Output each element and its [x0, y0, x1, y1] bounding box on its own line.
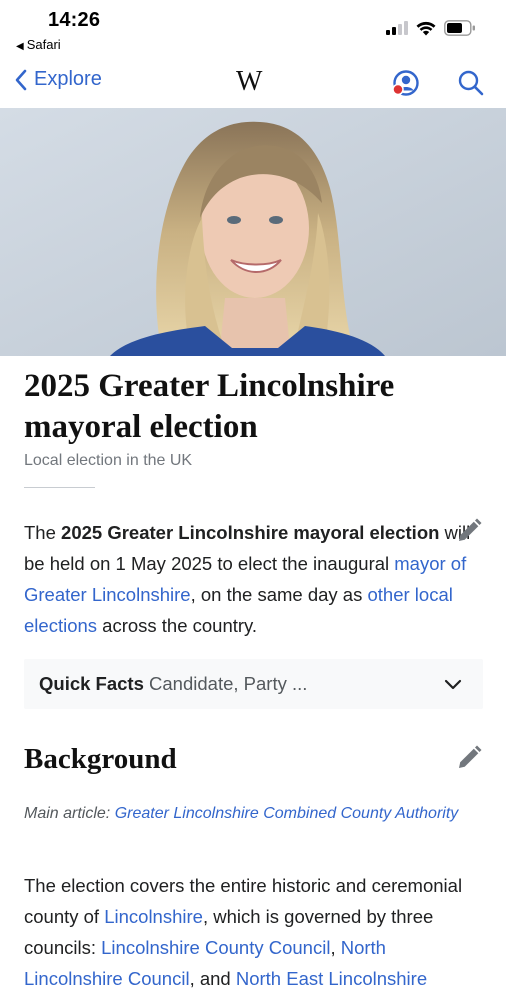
quick-facts-toggle[interactable]: Quick Facts Candidate, Party ...	[24, 659, 483, 709]
intro-bold-title: 2025 Greater Lincolnshire mayoral electi…	[61, 522, 440, 543]
battery-icon	[444, 20, 475, 36]
edit-pencil-icon[interactable]	[456, 745, 482, 771]
edit-pencil-icon[interactable]	[456, 518, 482, 544]
section-heading-background: Background	[24, 743, 177, 775]
lead-image[interactable]	[0, 108, 506, 356]
background-text-3: ,	[330, 937, 341, 958]
back-triangle-icon: ◀	[16, 41, 24, 52]
status-icons	[386, 20, 476, 36]
intro-text-1: The	[24, 522, 62, 543]
search-icon	[458, 70, 484, 96]
signal-icon	[386, 21, 408, 35]
quick-facts-summary: Candidate, Party ...	[149, 673, 308, 694]
link-lincolnshire-county-council[interactable]: Lincolnshire County Council	[101, 937, 330, 958]
wifi-icon	[416, 21, 436, 35]
wikipedia-logo[interactable]: W	[236, 66, 262, 98]
article-title: 2025 Greater Lincolnshire mayoral electi…	[24, 368, 395, 445]
link-lincolnshire[interactable]: Lincolnshire	[104, 906, 203, 927]
quick-facts-title: Quick Facts	[39, 673, 144, 694]
account-icon	[392, 70, 419, 96]
chevron-left-icon	[15, 69, 27, 90]
intro-text-3: , on the same day as	[190, 584, 368, 605]
background-text-4: , and	[189, 968, 236, 989]
status-bar: 14:26 ◀ Safari	[0, 0, 506, 58]
background-paragraph: The election covers the entire historic …	[24, 870, 486, 994]
title-divider	[24, 487, 95, 488]
account-button[interactable]	[391, 68, 421, 98]
intro-paragraph: The 2025 Greater Lincolnshire mayoral el…	[24, 517, 486, 641]
back-to-app-link[interactable]: ◀ Safari	[16, 37, 61, 52]
link-combined-county-authority[interactable]: Greater Lincolnshire Combined County Aut…	[115, 805, 459, 822]
article-description: Local election in the UK	[24, 452, 193, 469]
intro-text-4: across the country.	[97, 615, 258, 636]
status-time: 14:26	[48, 9, 101, 31]
explore-back-button[interactable]: Explore	[14, 68, 102, 91]
main-article-hatnote: Main article: Greater Lincolnshire Combi…	[24, 800, 464, 827]
search-button[interactable]	[456, 68, 486, 98]
hatnote-prefix: Main article:	[24, 805, 115, 822]
nav-bar: Explore W	[0, 58, 506, 108]
explore-label: Explore	[34, 68, 102, 90]
link-north-east-lincolnshire[interactable]: North East Lincolnshire	[236, 968, 427, 989]
quick-facts-label: Quick Facts Candidate, Party ...	[39, 673, 307, 695]
chevron-down-icon	[444, 679, 462, 690]
back-to-app-label: Safari	[26, 37, 61, 52]
portrait-photo	[0, 108, 506, 356]
